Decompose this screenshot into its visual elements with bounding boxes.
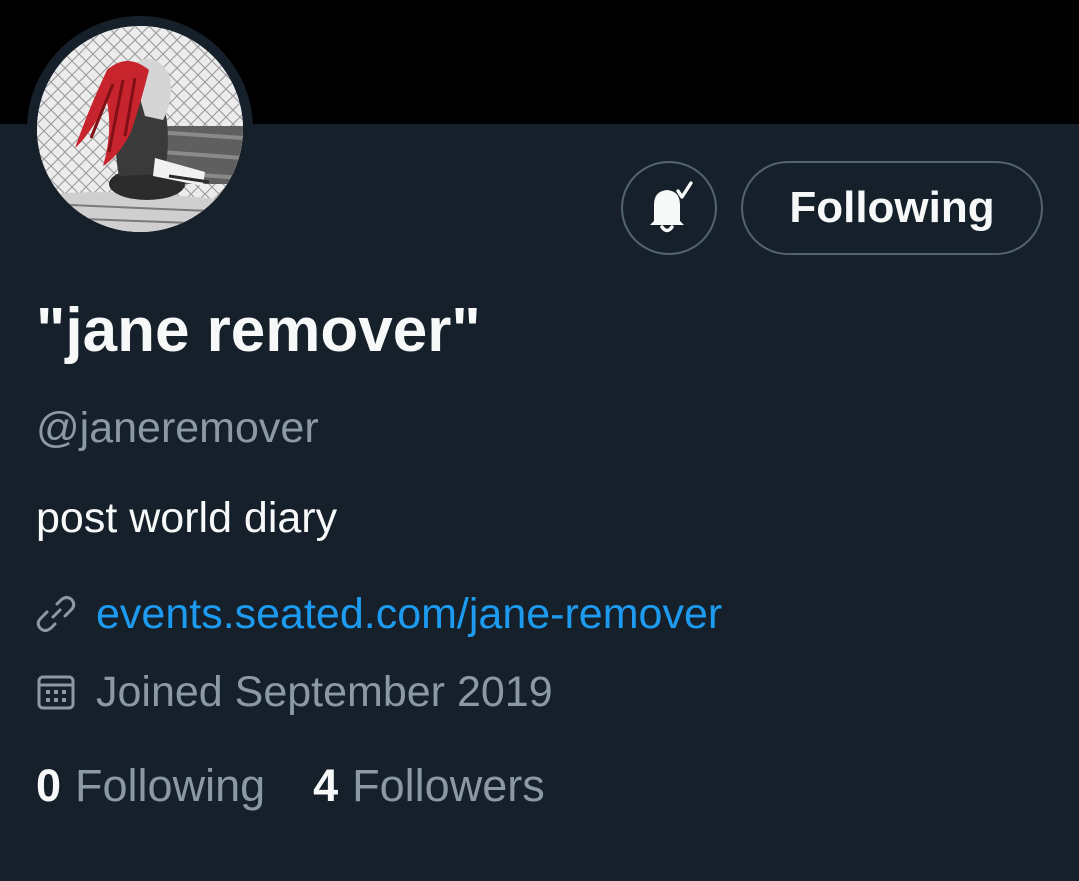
calendar-icon <box>37 675 75 710</box>
joined-date: Joined September 2019 <box>96 668 553 716</box>
notifications-button[interactable] <box>621 161 717 255</box>
avatar-image <box>37 26 243 232</box>
following-button[interactable]: Following <box>741 161 1043 255</box>
link-icon <box>36 596 76 632</box>
website-link[interactable]: events.seated.com/jane-remover <box>96 589 722 639</box>
avatar[interactable] <box>37 26 243 232</box>
following-count: 0 <box>36 760 62 811</box>
website-row: events.seated.com/jane-remover <box>36 589 722 639</box>
display-name: "jane remover" <box>36 296 481 365</box>
profile-stats: 0 Following 4 Followers <box>36 758 545 814</box>
followers-link[interactable]: 4 Followers <box>313 760 545 812</box>
following-label: Following <box>75 760 266 811</box>
profile-handle: @janeremover <box>36 404 319 452</box>
followers-label: Followers <box>352 760 545 811</box>
following-link[interactable]: 0 Following <box>36 760 265 812</box>
profile-bio: post world diary <box>36 494 338 542</box>
followers-count: 4 <box>313 760 339 811</box>
joined-row: Joined September 2019 <box>36 667 553 717</box>
bell-check-icon <box>650 181 693 233</box>
